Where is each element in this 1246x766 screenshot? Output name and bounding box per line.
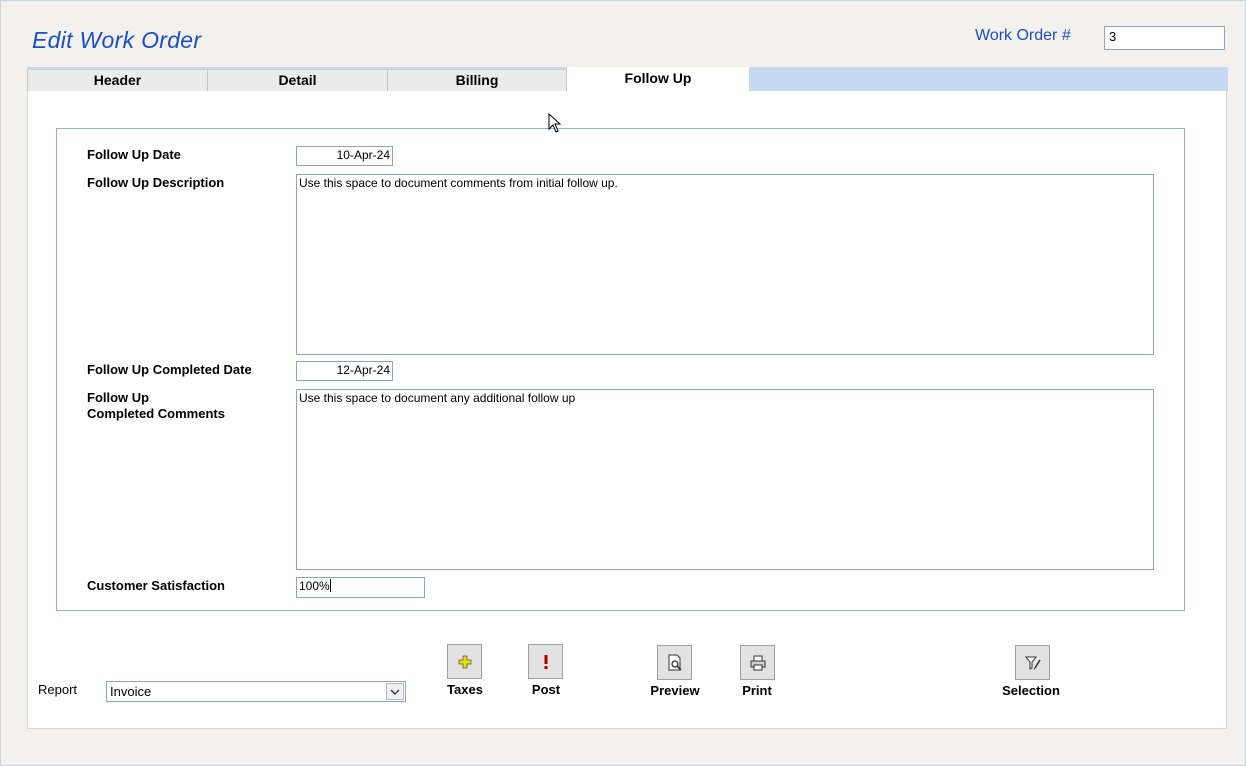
customer-satisfaction-label: Customer Satisfaction	[87, 578, 225, 593]
preview-button[interactable]	[657, 645, 692, 680]
print-button[interactable]	[740, 645, 775, 680]
completed-comments-label-line1: Follow Up	[87, 390, 150, 405]
selection-button[interactable]	[1015, 645, 1050, 680]
report-select[interactable]: Invoice	[106, 681, 406, 702]
tab-detail[interactable]: Detail	[208, 69, 388, 91]
exclamation-icon	[544, 654, 547, 669]
preview-icon	[668, 654, 682, 671]
follow-up-completed-date-field[interactable]: 12-Apr-24	[296, 361, 393, 381]
report-selected-value: Invoice	[110, 684, 152, 699]
completed-comments-label-line2: Completed Comments	[87, 406, 225, 421]
customer-satisfaction-field[interactable]: 100%	[296, 577, 425, 598]
tab-follow-up[interactable]: Follow Up	[567, 67, 749, 92]
text-caret	[329, 579, 331, 592]
page-title: Edit Work Order	[32, 27, 202, 53]
follow-up-completed-date-label: Follow Up Completed Date	[87, 362, 252, 377]
post-label: Post	[531, 682, 561, 697]
selection-label: Selection	[1002, 683, 1060, 698]
tab-strip: Header Detail Billing Follow Up	[27, 67, 1228, 92]
taxes-button[interactable]	[447, 644, 482, 679]
follow-up-description-label: Follow Up Description	[87, 175, 225, 190]
mouse-cursor-icon	[548, 113, 562, 133]
post-button[interactable]	[528, 644, 563, 679]
follow-up-completed-comments-label: Follow Up Completed Comments	[87, 390, 225, 422]
follow-up-date-field[interactable]: 10-Apr-24	[296, 146, 393, 166]
work-order-input[interactable]: 3	[1104, 26, 1225, 50]
customer-satisfaction-value: 100%	[299, 579, 330, 593]
preview-label: Preview	[650, 683, 700, 698]
follow-up-date-label: Follow Up Date	[87, 147, 181, 162]
follow-up-completed-comments-textarea[interactable]: Use this space to document any additiona…	[296, 389, 1154, 570]
taxes-label: Taxes	[447, 682, 483, 697]
report-label: Report	[38, 682, 78, 697]
tab-billing[interactable]: Billing	[388, 69, 567, 91]
print-label: Print	[742, 683, 772, 698]
follow-up-description-textarea[interactable]: Use this space to document comments from…	[296, 174, 1154, 355]
plus-icon	[458, 655, 471, 668]
printer-icon	[750, 655, 765, 670]
chevron-down-icon[interactable]	[386, 683, 404, 700]
work-order-label: Work Order #	[975, 27, 1071, 44]
tab-header[interactable]: Header	[27, 69, 208, 91]
filter-icon	[1024, 656, 1041, 670]
